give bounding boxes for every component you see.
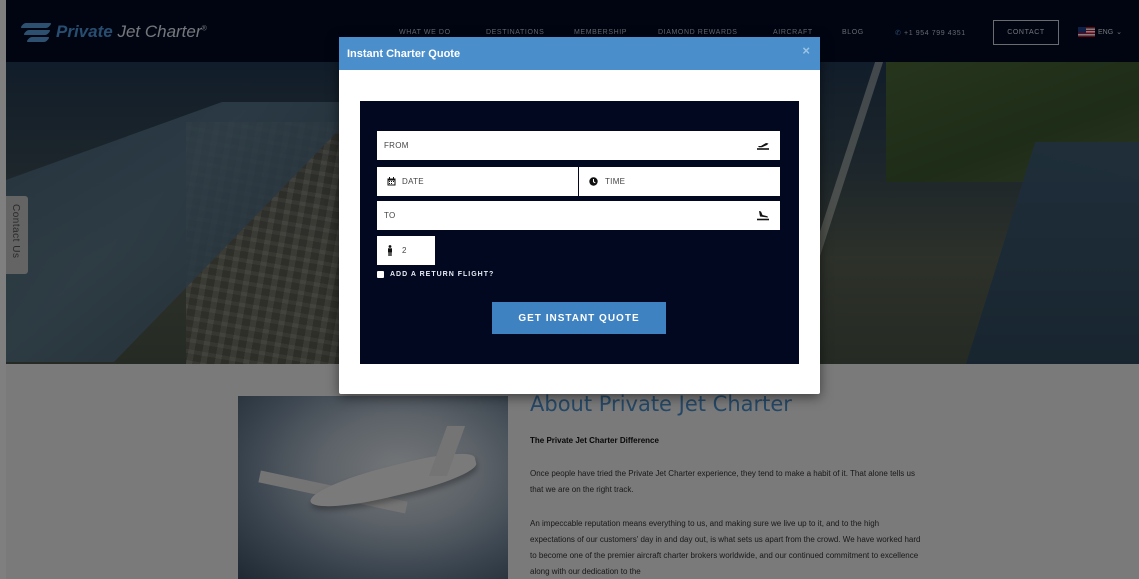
get-instant-quote-button[interactable]: GET INSTANT QUOTE <box>492 302 666 334</box>
close-icon[interactable]: × <box>802 43 810 58</box>
modal-title: Instant Charter Quote <box>347 47 461 60</box>
date-field[interactable]: DATE <box>377 167 578 196</box>
charter-quote-modal: Instant Charter Quote × FROM DATE TIME T… <box>339 37 820 394</box>
takeoff-icon <box>757 143 769 150</box>
quote-form: FROM DATE TIME TO 2 ADD A RETURN FLIGHT?… <box>360 101 799 364</box>
landing-icon <box>757 211 769 221</box>
date-placeholder: DATE <box>402 177 424 186</box>
from-placeholder: FROM <box>384 141 409 150</box>
modal-header: Instant Charter Quote × <box>339 37 820 70</box>
to-placeholder: TO <box>384 211 396 220</box>
time-placeholder: TIME <box>605 177 626 186</box>
person-icon <box>388 245 392 256</box>
return-flight-checkbox[interactable] <box>377 271 384 278</box>
passengers-value: 2 <box>402 246 407 255</box>
to-field[interactable]: TO <box>377 201 780 230</box>
clock-icon <box>589 177 598 186</box>
time-field[interactable]: TIME <box>579 167 780 196</box>
return-flight-option[interactable]: ADD A RETURN FLIGHT? <box>377 271 494 278</box>
calendar-icon <box>387 177 396 186</box>
from-field[interactable]: FROM <box>377 131 780 160</box>
return-flight-label: ADD A RETURN FLIGHT? <box>390 271 495 278</box>
passengers-field[interactable]: 2 <box>377 236 435 265</box>
